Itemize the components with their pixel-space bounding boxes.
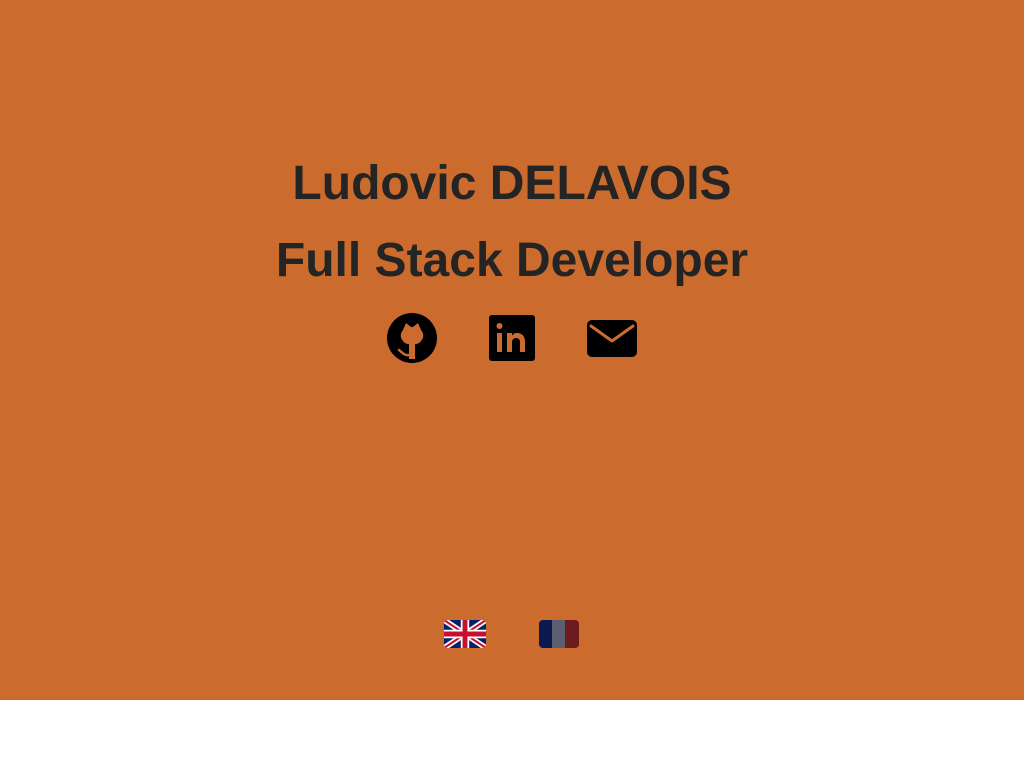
- email-link[interactable]: [584, 310, 640, 366]
- english-language-button[interactable]: [444, 618, 486, 650]
- github-link[interactable]: [384, 310, 440, 366]
- france-flag-icon: [539, 620, 579, 648]
- hero-section: Ludovic DELAVOIS Full Stack Developer: [0, 0, 1024, 700]
- uk-flag-icon: [444, 620, 486, 648]
- profile-title: Full Stack Developer: [275, 234, 749, 287]
- social-links: [0, 310, 1024, 366]
- github-icon: [387, 313, 437, 363]
- linkedin-icon: [489, 315, 535, 361]
- profile-name: Ludovic DELAVOIS: [292, 157, 732, 210]
- language-switcher: [0, 618, 1024, 650]
- french-language-button[interactable]: [538, 618, 580, 650]
- linkedin-link[interactable]: [484, 310, 540, 366]
- mail-icon: [587, 320, 637, 357]
